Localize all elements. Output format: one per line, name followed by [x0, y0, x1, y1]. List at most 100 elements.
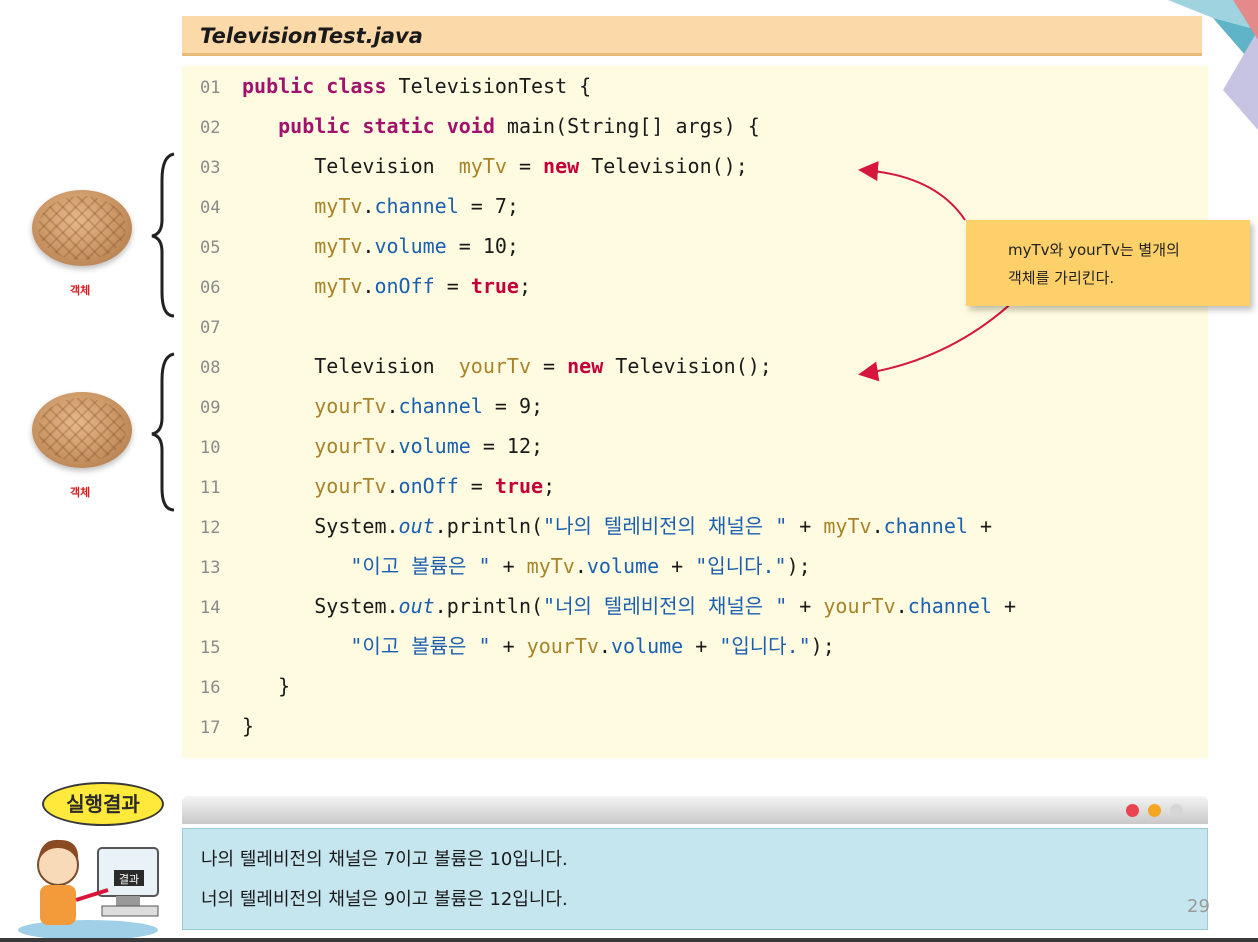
- code-token: +: [683, 634, 720, 658]
- code-token: volume: [374, 234, 447, 258]
- line-number: 08: [200, 358, 221, 378]
- maximize-dot-icon[interactable]: [1170, 804, 1183, 817]
- line-number: 13: [200, 558, 221, 578]
- code-line: 04 myTv.channel = 7;: [182, 186, 519, 226]
- code-token: "입니다.": [719, 634, 811, 658]
- code-token: ;: [518, 274, 532, 298]
- code-line: 02 public static void main(String[] args…: [182, 106, 760, 146]
- code-token: }: [242, 674, 291, 698]
- code-token: Television: [242, 354, 459, 378]
- result-badge: 실행결과: [38, 774, 164, 830]
- code-token: onOff: [398, 474, 459, 498]
- code-token: =: [506, 154, 544, 178]
- code-line: 01 public class TelevisionTest {: [182, 66, 591, 106]
- code-line: 10 yourTv.volume = 12;: [182, 426, 543, 466]
- code-token: yourTv: [314, 394, 387, 418]
- code-token: public static void: [278, 114, 495, 138]
- callout-note: myTv와 yourTv는 별개의 객체를 가리킨다.: [966, 220, 1250, 306]
- code-token: .: [386, 474, 399, 498]
- monitor-label: 결과: [119, 873, 139, 886]
- line-number: 16: [200, 678, 221, 698]
- object-label: 객체: [70, 284, 91, 297]
- code-token: .println(: [434, 594, 544, 618]
- code-line: 12 System.out.println("나의 텔레비전의 채널은 " + …: [182, 506, 992, 546]
- code-line: 08 Television yourTv = new Television();: [182, 346, 772, 386]
- code-token: true: [470, 274, 519, 298]
- code-token: .: [362, 274, 375, 298]
- close-dot-icon[interactable]: [1126, 804, 1139, 817]
- code-token: channel: [907, 594, 992, 618]
- code-token: myTv: [526, 554, 575, 578]
- code-line: 05 myTv.volume = 10;: [182, 226, 519, 266]
- code-token: +: [490, 554, 527, 578]
- code-token: myTv: [314, 274, 363, 298]
- brace-icon: [151, 352, 175, 512]
- code-token: +: [787, 594, 824, 618]
- code-token: Television();: [579, 154, 748, 178]
- object-cookie-image: [32, 190, 132, 266]
- line-number: 04: [200, 198, 221, 218]
- code-token: );: [810, 634, 835, 658]
- code-token: yourTv: [458, 354, 531, 378]
- line-number: 14: [200, 598, 221, 618]
- code-token: out: [398, 594, 435, 618]
- code-token: +: [991, 594, 1017, 618]
- code-token: "나의 텔레비전의 채널은 ": [543, 514, 788, 538]
- code-token: +: [659, 554, 696, 578]
- code-token: +: [787, 514, 824, 538]
- code-token: .: [895, 594, 908, 618]
- code-token: volume: [398, 434, 471, 458]
- girl-at-computer-icon: 결과: [18, 839, 159, 940]
- code-token: out: [398, 514, 435, 538]
- code-token: +: [490, 634, 527, 658]
- code-token: .: [362, 234, 375, 258]
- code-token: .println(: [434, 514, 544, 538]
- line-number: 02: [200, 118, 221, 138]
- code-line: 09 yourTv.channel = 9;: [182, 386, 543, 426]
- output-line: 너의 텔레비전의 채널은 9이고 볼륨은 12입니다.: [201, 889, 568, 910]
- code-token: channel: [398, 394, 483, 418]
- line-number: 01: [200, 78, 221, 98]
- code-token: ;: [543, 474, 556, 498]
- code-token: yourTv: [314, 434, 387, 458]
- code-token: System.: [242, 594, 399, 618]
- line-number: 05: [200, 238, 221, 258]
- code-token: true: [494, 474, 544, 498]
- object-cookie-image: [32, 392, 132, 468]
- callout-line: myTv와 yourTv는 별개의: [1008, 241, 1180, 259]
- code-token: myTv: [458, 154, 507, 178]
- code-line: 16 }: [182, 666, 290, 706]
- code-line: 15 "이고 볼륨은 " + yourTv.volume + "입니다.");: [182, 626, 835, 666]
- minimize-dot-icon[interactable]: [1148, 804, 1161, 817]
- object-label: 객체: [70, 486, 91, 499]
- code-token: "이고 볼륨은 ": [350, 634, 491, 658]
- console-output: 나의 텔레비전의 채널은 7이고 볼륨은 10입니다. 너의 텔레비전의 채널은…: [182, 828, 1208, 930]
- code-token: "너의 텔레비전의 채널은 ": [543, 594, 788, 618]
- brace-icon: [151, 152, 175, 318]
- line-number: 10: [200, 438, 221, 458]
- output-line: 나의 텔레비전의 채널은 7이고 볼륨은 10입니다.: [201, 849, 568, 870]
- bottom-bar: [0, 938, 1258, 942]
- line-number: 09: [200, 398, 221, 418]
- code-token: = 12;: [470, 434, 544, 458]
- code-token: =: [458, 474, 495, 498]
- code-token: new: [543, 154, 580, 178]
- code-token: .: [574, 554, 587, 578]
- code-token: System.: [242, 514, 399, 538]
- file-title: TelevisionTest.java: [182, 16, 1202, 56]
- line-number: 06: [200, 278, 221, 298]
- code-line: 17}: [182, 706, 254, 746]
- line-number: 15: [200, 638, 221, 658]
- code-line: 03 Television myTv = new Television();: [182, 146, 748, 186]
- code-token: myTv: [314, 194, 363, 218]
- line-number: 11: [200, 478, 221, 498]
- code-token: myTv: [823, 514, 872, 538]
